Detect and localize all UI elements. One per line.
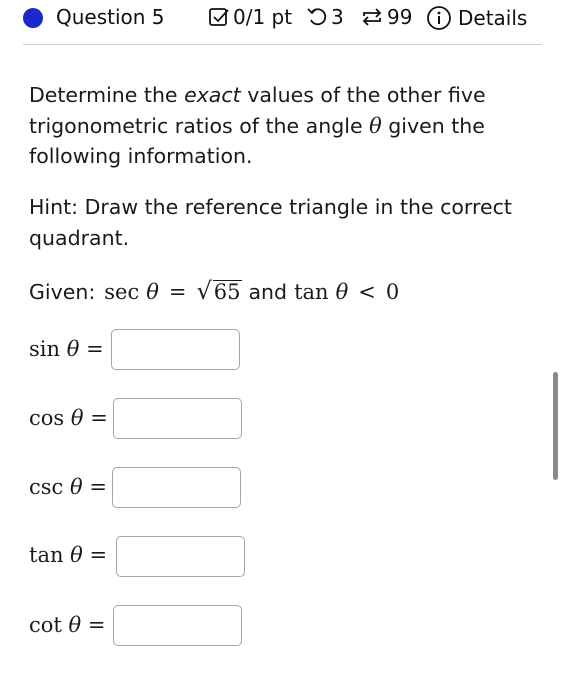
attempts-indicator: 99 — [360, 5, 412, 29]
attempts-count: 99 — [387, 5, 413, 29]
given-equals: = — [168, 280, 187, 304]
details-button[interactable]: Details — [426, 5, 527, 31]
given-theta-2: θ — [335, 280, 349, 304]
given-sec-fn: sec — [104, 280, 140, 304]
problem-statement: Determine the exact values of the other … — [29, 80, 529, 172]
sqrt-radicand: 65 — [212, 280, 242, 304]
cos-row: cos θ = — [29, 406, 108, 430]
cot-answer-input[interactable] — [113, 605, 242, 646]
scrollbar[interactable] — [553, 372, 558, 480]
sqrt-expression: √ 65 — [196, 276, 242, 306]
cot-label: cot θ = — [29, 613, 106, 637]
tan-label: tan θ = — [29, 543, 108, 567]
question-status-dot — [23, 8, 43, 28]
score-text: 0/1 pt — [233, 5, 293, 29]
cos-label: cos θ = — [29, 406, 108, 430]
retries-indicator: 3 — [306, 5, 344, 29]
question-header: Question 5 0/1 pt 3 99 Details — [0, 0, 564, 44]
theta-symbol: θ — [369, 113, 382, 138]
given-tan-fn: tan — [294, 280, 329, 304]
given-and: and — [248, 280, 288, 304]
checkbox-score-icon — [208, 6, 230, 28]
given-theta: θ — [146, 280, 159, 304]
given-label: Given: — [29, 280, 96, 304]
sin-answer-input[interactable] — [111, 329, 240, 370]
csc-row: csc θ = — [29, 475, 107, 499]
statement-emphasis: exact — [184, 83, 241, 107]
given-zero: 0 — [385, 280, 400, 304]
attempts-cycle-icon — [360, 6, 384, 28]
details-label: Details — [458, 6, 528, 30]
tan-row: tan θ = — [29, 543, 107, 567]
tan-answer-input[interactable] — [116, 536, 245, 577]
header-divider — [23, 44, 542, 45]
score-indicator: 0/1 pt — [208, 5, 292, 29]
given-less-than: < — [358, 280, 376, 304]
cos-answer-input[interactable] — [113, 398, 242, 439]
hint-text: Hint: Draw the reference triangle in the… — [29, 195, 512, 250]
info-icon — [426, 5, 452, 31]
statement-text-1: Determine the — [29, 83, 185, 107]
radical-sign: √ — [196, 277, 212, 305]
csc-label: csc θ = — [29, 475, 107, 499]
sin-row: sin θ = — [29, 337, 104, 361]
sin-label: sin θ = — [29, 337, 104, 361]
given-expression: Given: sec θ = √ 65 and tan θ < 0 — [29, 276, 399, 307]
csc-answer-input[interactable] — [112, 467, 241, 508]
retry-arrow-icon — [306, 6, 328, 28]
retries-count: 3 — [331, 5, 344, 29]
cot-row: cot θ = — [29, 613, 105, 637]
question-title: Question 5 — [56, 5, 165, 29]
